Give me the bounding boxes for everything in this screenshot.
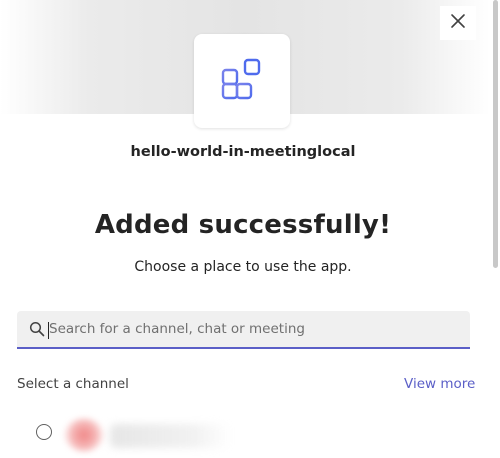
- scrollbar[interactable]: [493, 0, 498, 268]
- app-name: hello-world-in-meetinglocal: [130, 144, 356, 160]
- added-successfully-dialog: hello-world-in-meetinglocal Added succes…: [0, 0, 500, 458]
- select-channel-label: Select a channel: [17, 376, 129, 392]
- close-button[interactable]: [440, 6, 476, 40]
- app-icon-tile: [194, 34, 290, 128]
- success-heading: Added successfully!: [94, 210, 392, 240]
- search-box[interactable]: [17, 311, 470, 349]
- apps-grid-icon: [220, 57, 264, 105]
- channel-name-redacted: [110, 424, 230, 448]
- text-cursor: [48, 322, 49, 339]
- channel-avatar: [64, 418, 104, 452]
- close-icon: [450, 13, 466, 33]
- channel-list-item[interactable]: [30, 410, 250, 454]
- view-more-link[interactable]: View more: [404, 376, 475, 392]
- search-input[interactable]: [47, 311, 470, 347]
- channel-radio-button[interactable]: [36, 424, 52, 440]
- search-icon: [27, 319, 47, 339]
- subtitle-text: Choose a place to use the app.: [134, 259, 352, 275]
